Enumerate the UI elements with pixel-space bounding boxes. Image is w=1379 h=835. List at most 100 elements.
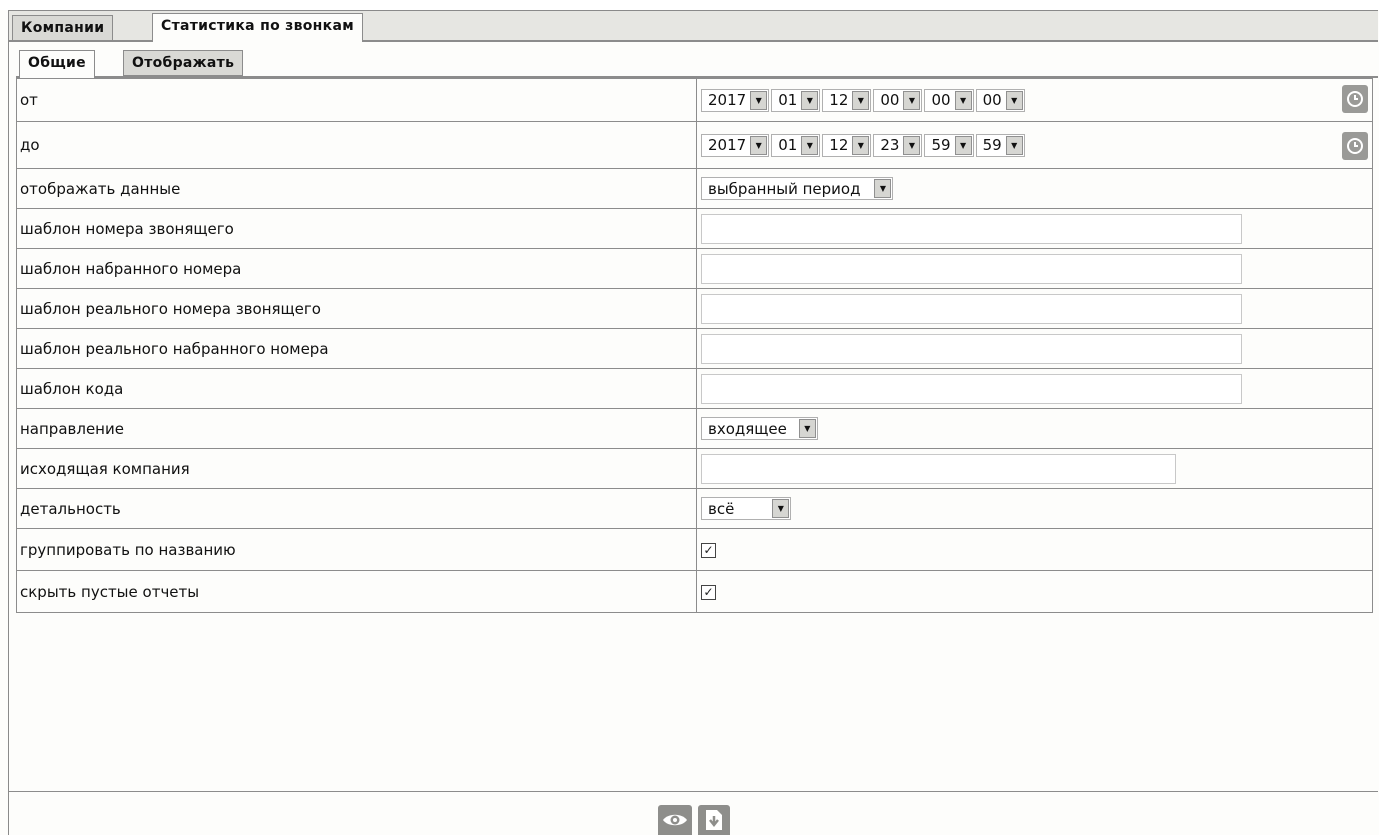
control-from: 2017 ▼ 01 ▼ 12 ▼ 00 ▼ 00 ▼ 00 ▼: [696, 78, 1373, 122]
select-value: 00: [880, 91, 900, 109]
select-value: 59: [982, 136, 1002, 154]
control-outgoing-company: [696, 448, 1373, 489]
from-month-select[interactable]: 01 ▼: [771, 88, 821, 112]
control-to: 2017 ▼ 01 ▼ 12 ▼ 23 ▼ 59 ▼ 59 ▼: [696, 121, 1373, 169]
chevron-down-icon: ▼: [874, 179, 892, 198]
from-year-select[interactable]: 2017 ▼: [701, 88, 770, 112]
from-second-select[interactable]: 00 ▼: [975, 88, 1025, 112]
select-value: 12: [829, 136, 849, 154]
chevron-down-icon: ▼: [954, 90, 972, 110]
label-from: от: [16, 78, 697, 122]
row-dialed-pattern: шаблон набранного номера: [16, 248, 1373, 289]
view-button[interactable]: [658, 805, 692, 835]
control-real-dialed-pattern: [696, 328, 1373, 369]
select-value: входящее: [708, 419, 787, 438]
control-dialed-pattern: [696, 248, 1373, 289]
label-group-by-name: группировать по названию: [16, 528, 697, 571]
real-dialed-pattern-input[interactable]: [701, 333, 1242, 364]
eye-icon: [663, 814, 687, 826]
select-value: 01: [778, 136, 798, 154]
from-hour-select[interactable]: 00 ▼: [873, 88, 923, 112]
tab-call-statistics[interactable]: Статистика по звонкам: [152, 13, 363, 42]
main-tab-bar: Компании Статистика по звонкам: [9, 11, 1378, 42]
select-value: 23: [880, 136, 900, 154]
chevron-down-icon: ▼: [750, 135, 768, 155]
select-value: 00: [982, 91, 1002, 109]
row-caller-pattern: шаблон номера звонящего: [16, 208, 1373, 249]
top-strip: [0, 0, 1379, 10]
chevron-down-icon: ▼: [750, 90, 768, 110]
clock-icon: [1347, 91, 1363, 107]
row-real-caller-pattern: шаблон реального номера звонящего: [16, 288, 1373, 329]
select-value: 01: [778, 91, 798, 109]
to-second-select[interactable]: 59 ▼: [975, 133, 1025, 157]
label-code-pattern: шаблон кода: [16, 368, 697, 409]
chevron-down-icon: ▼: [798, 419, 816, 438]
select-value: 2017: [708, 91, 747, 109]
label-caller-pattern: шаблон номера звонящего: [16, 208, 697, 249]
bottom-action-bar: [9, 791, 1378, 835]
hide-empty-checkbox[interactable]: ✓: [701, 584, 716, 600]
direction-select[interactable]: входящее ▼: [701, 417, 818, 440]
export-button[interactable]: [698, 805, 730, 835]
row-display-data: отображать данные выбранный период ▼: [16, 168, 1373, 209]
label-to: до: [16, 121, 697, 169]
display-data-select[interactable]: выбранный период ▼: [701, 177, 894, 200]
sub-tab-bar: Общие Отображать: [16, 48, 1378, 78]
row-group-by-name: группировать по названию ✓: [16, 528, 1373, 571]
chevron-down-icon: ▼: [852, 135, 870, 155]
row-real-dialed-pattern: шаблон реального набранного номера: [16, 328, 1373, 369]
control-caller-pattern: [696, 208, 1373, 249]
subtab-display[interactable]: Отображать: [123, 50, 244, 76]
label-detail: детальность: [16, 488, 697, 529]
to-day-select[interactable]: 12 ▼: [822, 133, 872, 157]
select-value: 2017: [708, 136, 747, 154]
label-dialed-pattern: шаблон набранного номера: [16, 248, 697, 289]
to-month-select[interactable]: 01 ▼: [771, 133, 821, 157]
label-hide-empty: скрыть пустые отчеты: [16, 570, 697, 613]
label-real-caller-pattern: шаблон реального номера звонящего: [16, 288, 697, 329]
chevron-down-icon: ▼: [801, 135, 819, 155]
label-display-data: отображать данные: [16, 168, 697, 209]
control-group-by-name: ✓: [696, 528, 1373, 571]
to-minute-select[interactable]: 59 ▼: [924, 133, 974, 157]
tab-companies[interactable]: Компании: [12, 15, 114, 41]
control-detail: всё ▼: [696, 488, 1373, 529]
to-hour-select[interactable]: 23 ▼: [873, 133, 923, 157]
group-by-name-checkbox[interactable]: ✓: [701, 542, 716, 558]
subtab-general[interactable]: Общие: [19, 50, 95, 78]
code-pattern-input[interactable]: [701, 373, 1242, 404]
chevron-down-icon: ▼: [903, 90, 921, 110]
dialed-pattern-input[interactable]: [701, 253, 1242, 284]
select-value: всё: [708, 499, 735, 518]
to-year-select[interactable]: 2017 ▼: [701, 133, 770, 157]
chevron-down-icon: ▼: [1005, 90, 1023, 110]
chevron-down-icon: ▼: [772, 499, 790, 518]
chevron-down-icon: ▼: [852, 90, 870, 110]
control-hide-empty: ✓: [696, 570, 1373, 613]
from-day-select[interactable]: 12 ▼: [822, 88, 872, 112]
row-hide-empty: скрыть пустые отчеты ✓: [16, 570, 1373, 613]
from-minute-select[interactable]: 00 ▼: [924, 88, 974, 112]
row-direction: направление входящее ▼: [16, 408, 1373, 449]
row-outgoing-company: исходящая компания: [16, 448, 1373, 489]
chevron-down-icon: ▼: [903, 135, 921, 155]
to-clock-button[interactable]: [1342, 132, 1368, 160]
label-direction: направление: [16, 408, 697, 449]
outgoing-company-input[interactable]: [701, 453, 1176, 484]
chevron-down-icon: ▼: [1005, 135, 1023, 155]
real-caller-pattern-input[interactable]: [701, 293, 1242, 324]
label-real-dialed-pattern: шаблон реального набранного номера: [16, 328, 697, 369]
clock-icon: [1347, 138, 1363, 154]
row-to: до 2017 ▼ 01 ▼ 12 ▼ 23 ▼ 59 ▼ 59 ▼: [16, 121, 1373, 169]
row-from: от 2017 ▼ 01 ▼ 12 ▼ 00 ▼ 00 ▼ 00 ▼: [16, 78, 1373, 122]
caller-pattern-input[interactable]: [701, 213, 1242, 244]
from-clock-button[interactable]: [1342, 85, 1368, 113]
row-code-pattern: шаблон кода: [16, 368, 1373, 409]
filter-form: от 2017 ▼ 01 ▼ 12 ▼ 00 ▼ 00 ▼ 00 ▼ до 2017 ▼ 01 ▼ 12 ▼ 23…: [16, 78, 1373, 613]
row-detail: детальность всё ▼: [16, 488, 1373, 529]
control-display-data: выбранный период ▼: [696, 168, 1373, 209]
select-value: 00: [931, 91, 951, 109]
detail-select[interactable]: всё ▼: [701, 497, 792, 520]
control-code-pattern: [696, 368, 1373, 409]
